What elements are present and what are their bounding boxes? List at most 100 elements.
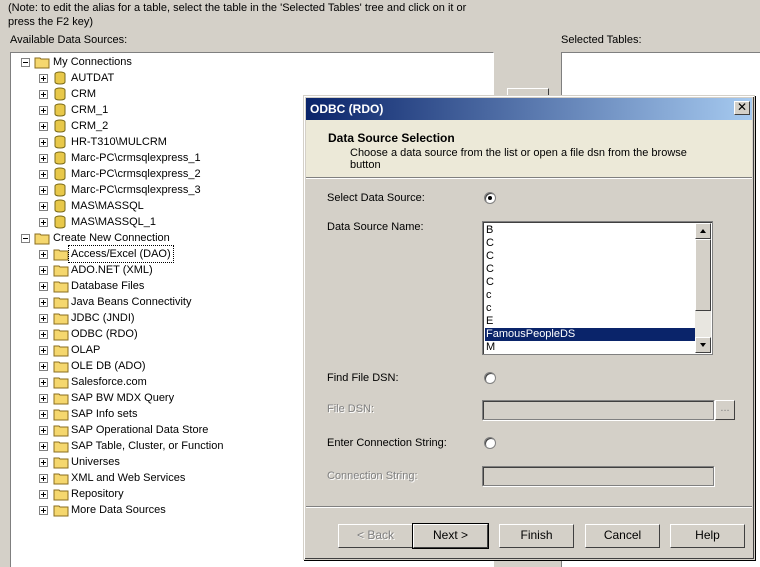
connection-string-input[interactable] — [482, 466, 714, 486]
expand-icon[interactable] — [39, 490, 48, 499]
expand-icon[interactable] — [39, 410, 48, 419]
arrow-down-icon — [700, 343, 706, 347]
folder-icon — [53, 265, 69, 277]
folder-icon — [53, 393, 69, 405]
cancel-button[interactable]: Cancel — [585, 524, 660, 548]
help-button[interactable]: Help — [670, 524, 745, 548]
tree-label: Java Beans Connectivity — [71, 296, 192, 308]
expand-icon[interactable] — [39, 506, 48, 515]
folder-icon — [53, 345, 69, 357]
header-description: Choose a data source from the list or op… — [350, 147, 687, 171]
folder-icon — [53, 249, 69, 261]
selected-tables-label: Selected Tables: — [561, 34, 642, 46]
header-title: Data Source Selection — [328, 131, 455, 145]
list-item[interactable]: c — [485, 289, 696, 302]
file-dsn-label: File DSN: — [327, 403, 375, 415]
expand-icon[interactable] — [39, 362, 48, 371]
finish-button[interactable]: Finish — [499, 524, 574, 548]
select-data-source-label: Select Data Source: — [327, 192, 425, 204]
scroll-up-button[interactable] — [695, 223, 711, 239]
database-icon — [54, 119, 66, 133]
list-item[interactable]: B — [485, 224, 696, 237]
folder-icon — [53, 297, 69, 309]
database-icon — [54, 151, 66, 165]
tree-label: OLE DB (ADO) — [71, 360, 146, 372]
folder-icon — [53, 377, 69, 389]
tree-label: JDBC (JNDI) — [71, 312, 135, 324]
expand-icon[interactable] — [39, 154, 48, 163]
file-dsn-input[interactable] — [482, 400, 714, 420]
expand-icon[interactable] — [39, 250, 48, 259]
expand-icon[interactable] — [39, 314, 48, 323]
expand-icon[interactable] — [39, 266, 48, 275]
folder-icon — [53, 489, 69, 501]
expand-icon[interactable] — [39, 106, 48, 115]
dialog-titlebar[interactable]: ODBC (RDO) ✕ — [306, 98, 752, 120]
tree-label: Universes — [71, 456, 120, 468]
data-source-listbox[interactable]: B C C C C c c E FamousPeopleDS M — [482, 221, 713, 355]
back-button[interactable]: < Back — [338, 524, 413, 548]
expand-icon[interactable] — [39, 282, 48, 291]
folder-icon — [53, 441, 69, 453]
dialog-title: ODBC (RDO) — [310, 102, 384, 116]
expand-icon[interactable] — [39, 426, 48, 435]
tree-label: OLAP — [71, 344, 101, 356]
dialog-header: Data Source Selection Choose a data sour… — [306, 120, 752, 178]
button-separator — [306, 506, 752, 508]
instruction-note: (Note: to edit the alias for a table, se… — [8, 2, 467, 28]
expand-icon[interactable] — [39, 298, 48, 307]
find-file-dsn-radio[interactable] — [484, 372, 496, 384]
expand-icon[interactable] — [39, 138, 48, 147]
tree-label: Marc-PC\crmsqlexpress_2 — [71, 168, 201, 180]
tree-label: Access/Excel (DAO) — [68, 245, 174, 263]
next-button[interactable]: Next > — [412, 523, 489, 549]
expand-icon[interactable] — [39, 74, 48, 83]
database-icon — [54, 103, 66, 117]
tree-label: SAP Info sets — [71, 408, 138, 420]
list-scrollbar[interactable] — [695, 223, 711, 353]
close-button[interactable]: ✕ — [734, 101, 750, 115]
tree-label: CRM_1 — [71, 104, 109, 116]
browse-button[interactable]: ... — [715, 400, 735, 420]
expand-icon[interactable] — [39, 122, 48, 131]
browse-icon: ... — [720, 402, 730, 414]
collapse-icon[interactable] — [21, 234, 30, 243]
database-icon — [54, 199, 66, 213]
enter-connection-string-radio[interactable] — [484, 437, 496, 449]
database-icon — [54, 71, 66, 85]
select-data-source-radio[interactable] — [484, 192, 496, 204]
connection-string-label: Connection String: — [327, 470, 418, 482]
list-item[interactable]: c — [485, 302, 696, 315]
list-item[interactable]: C — [485, 237, 696, 250]
expand-icon[interactable] — [39, 442, 48, 451]
scroll-thumb[interactable] — [695, 239, 711, 311]
expand-icon[interactable] — [39, 202, 48, 211]
expand-icon[interactable] — [39, 346, 48, 355]
folder-icon — [53, 473, 69, 485]
expand-icon[interactable] — [39, 186, 48, 195]
list-item[interactable]: C — [485, 250, 696, 263]
database-icon — [54, 183, 66, 197]
tree-label: MAS\MASSQL — [71, 200, 144, 212]
scroll-down-button[interactable] — [695, 337, 711, 353]
tree-label: HR-T310\MULCRM — [71, 136, 167, 148]
database-icon — [54, 167, 66, 181]
tree-label: XML and Web Services — [71, 472, 186, 484]
list-item[interactable]: C — [485, 263, 696, 276]
list-item[interactable]: M — [485, 341, 696, 354]
collapse-icon[interactable] — [21, 58, 30, 67]
expand-icon[interactable] — [39, 170, 48, 179]
expand-icon[interactable] — [39, 378, 48, 387]
expand-icon[interactable] — [39, 330, 48, 339]
expand-icon[interactable] — [39, 90, 48, 99]
expand-icon[interactable] — [39, 218, 48, 227]
list-item[interactable]: C — [485, 276, 696, 289]
folder-icon — [53, 329, 69, 341]
expand-icon[interactable] — [39, 474, 48, 483]
tree-label: SAP BW MDX Query — [71, 392, 175, 404]
list-item-selected[interactable]: FamousPeopleDS — [485, 328, 696, 341]
expand-icon[interactable] — [39, 394, 48, 403]
expand-icon[interactable] — [39, 458, 48, 467]
list-item[interactable]: E — [485, 315, 696, 328]
tree-label: Repository — [71, 488, 124, 500]
